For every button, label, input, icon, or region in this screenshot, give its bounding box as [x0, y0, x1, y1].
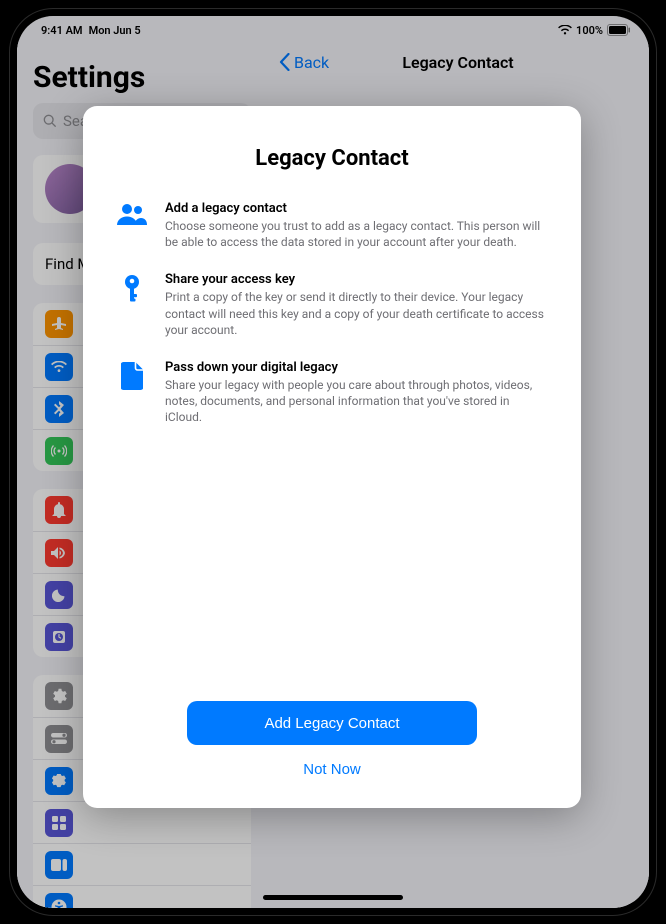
- document-icon: [115, 360, 149, 426]
- people-icon: [115, 201, 149, 250]
- info-title: Add a legacy contact: [165, 201, 549, 216]
- ipad-frame: 9:41 AM Mon Jun 5 100% Settings Search: [9, 8, 657, 916]
- info-desc: Choose someone you trust to add as a leg…: [165, 218, 549, 250]
- not-now-button[interactable]: Not Now: [297, 755, 367, 784]
- info-title: Pass down your digital legacy: [165, 360, 549, 375]
- screen: 9:41 AM Mon Jun 5 100% Settings Search: [17, 16, 649, 908]
- info-title: Share your access key: [165, 272, 549, 287]
- info-desc: Print a copy of the key or send it direc…: [165, 289, 549, 338]
- info-desc: Share your legacy with people you care a…: [165, 377, 549, 426]
- home-indicator[interactable]: [263, 895, 403, 900]
- legacy-contact-modal: Legacy Contact Add a legacy contact Choo…: [83, 106, 581, 808]
- key-icon: [115, 272, 149, 338]
- modal-title: Legacy Contact: [113, 146, 551, 171]
- info-row-add-contact: Add a legacy contact Choose someone you …: [113, 201, 551, 250]
- info-row-access-key: Share your access key Print a copy of th…: [113, 272, 551, 338]
- add-legacy-contact-button[interactable]: Add Legacy Contact: [187, 701, 477, 745]
- info-row-digital-legacy: Pass down your digital legacy Share your…: [113, 360, 551, 426]
